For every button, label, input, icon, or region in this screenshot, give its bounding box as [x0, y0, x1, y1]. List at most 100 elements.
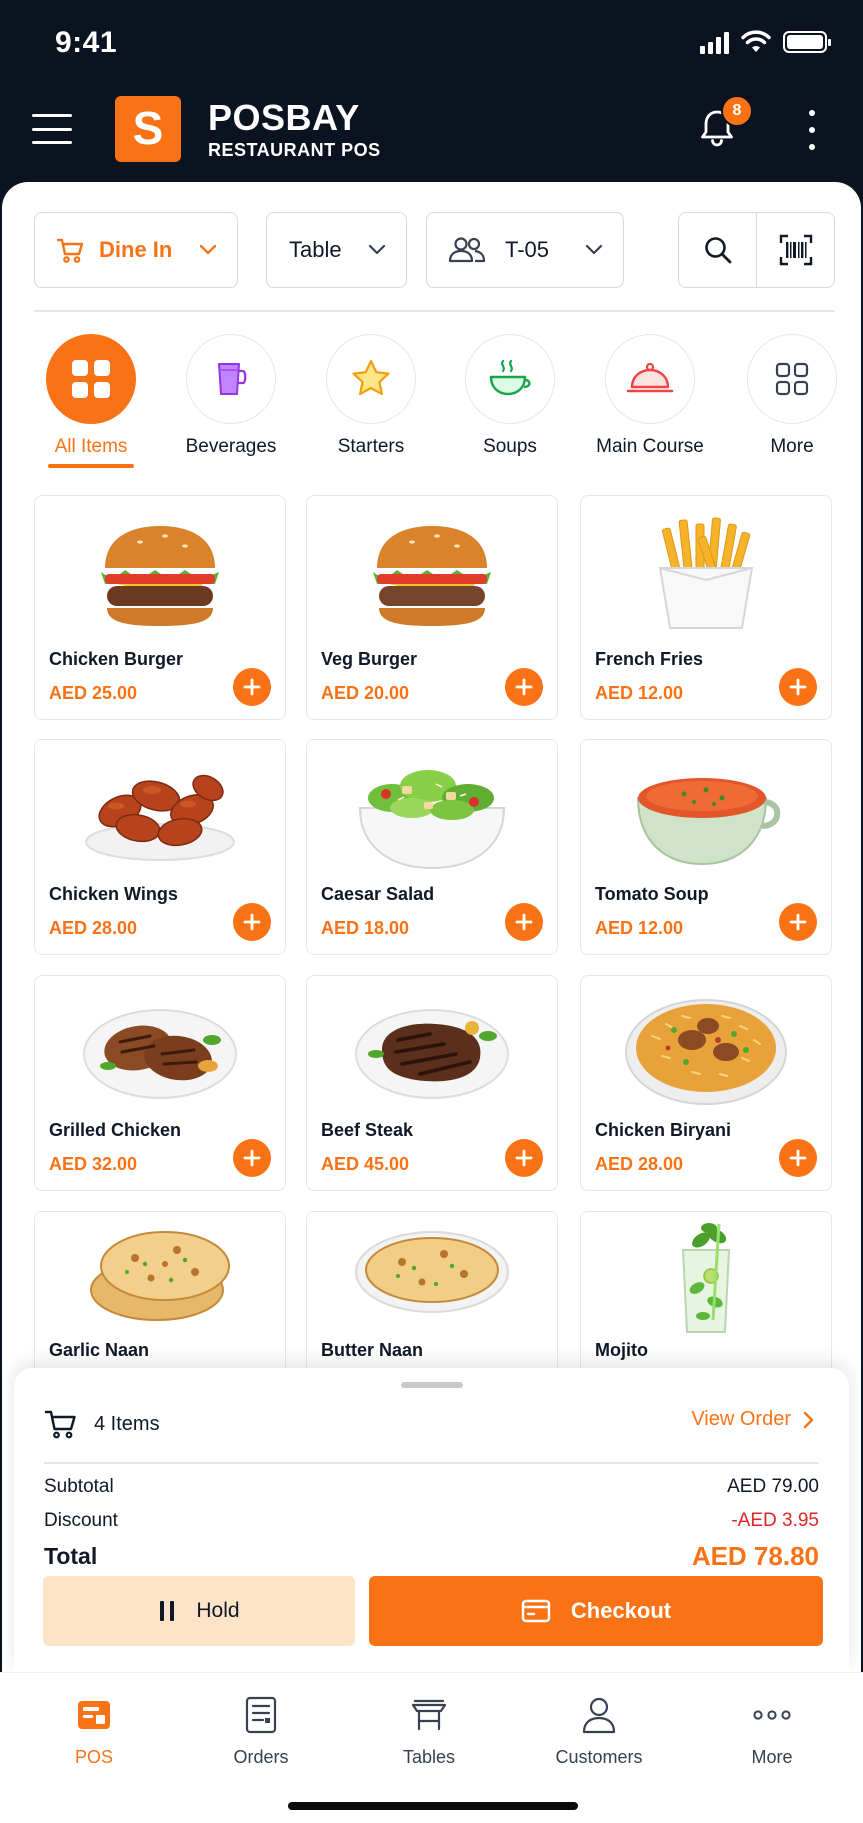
search-icon [705, 237, 732, 264]
soup-bowl-icon [489, 359, 531, 396]
table-type-select[interactable]: Table [266, 212, 407, 288]
nav-more[interactable]: More [697, 1693, 847, 1768]
pos-icon [78, 1701, 110, 1729]
brand-subtitle: RESTAURANT POS [208, 140, 381, 160]
category-label: All Items [54, 436, 128, 457]
category-all-items[interactable]: All Items [21, 334, 161, 468]
product-card[interactable]: Garlic Naan [34, 1211, 286, 1391]
nav-customers[interactable]: Customers [524, 1693, 674, 1768]
mojito-image [681, 1223, 731, 1333]
add-to-cart-button[interactable] [779, 668, 817, 706]
product-card[interactable]: Chicken Wings AED 28.00 [34, 739, 286, 955]
summary-divider [44, 1462, 819, 1464]
plus-icon [789, 678, 807, 696]
nav-label: Orders [233, 1747, 289, 1767]
wifi-icon [741, 30, 771, 52]
view-order-label: View Order [691, 1408, 791, 1430]
product-name: Chicken Biryani [595, 1120, 732, 1140]
product-name: Chicken Burger [49, 649, 184, 669]
product-name: Veg Burger [321, 649, 418, 669]
cart-icon [44, 1410, 76, 1439]
add-to-cart-button[interactable] [505, 903, 543, 941]
chevron-right-icon [803, 1411, 814, 1428]
orders-icon [245, 1696, 277, 1734]
filters-divider [34, 310, 835, 312]
category-main-course[interactable]: Main Course [580, 334, 720, 458]
battery-icon [783, 31, 831, 53]
apps-icon [775, 362, 809, 396]
grid-icon [72, 360, 110, 398]
add-to-cart-button[interactable] [505, 668, 543, 706]
product-card[interactable]: Chicken Biryani AED 28.00 [580, 975, 832, 1191]
product-price: AED 20.00 [321, 683, 410, 703]
product-card[interactable]: Beef Steak AED 45.00 [306, 975, 558, 1191]
product-price: AED 28.00 [49, 918, 138, 938]
table-type-label: Table [289, 237, 342, 262]
category-beverages[interactable]: Beverages [161, 334, 301, 458]
star-icon [352, 359, 390, 396]
barcode-scan-button[interactable] [756, 212, 835, 288]
product-price: AED 18.00 [321, 918, 410, 938]
product-name: Caesar Salad [321, 884, 435, 904]
nav-label: More [751, 1747, 793, 1767]
posbay-logo: S [115, 96, 181, 162]
subtotal-value: AED 79.00 [727, 1476, 819, 1497]
view-order-link[interactable]: View Order [691, 1408, 815, 1431]
subtotal-row: Subtotal AED 79.00 [44, 1470, 819, 1504]
plus-icon [243, 1149, 261, 1167]
product-card[interactable]: Grilled Chicken AED 32.00 [34, 975, 286, 1191]
category-starters[interactable]: Starters [301, 334, 441, 458]
bottom-navigation: POS Orders Tables Customers More [0, 1672, 863, 1823]
discount-row: Discount -AED 3.95 [44, 1504, 819, 1538]
status-bar: 9:41 [0, 0, 863, 88]
product-card[interactable]: Chicken Burger AED 25.00 [34, 495, 286, 720]
search-button[interactable] [678, 212, 758, 288]
product-card[interactable]: Tomato Soup AED 12.00 [580, 739, 832, 955]
product-card[interactable]: French Fries AED 12.00 [580, 495, 832, 720]
product-name: Butter Naan [321, 1340, 424, 1360]
nav-pos[interactable]: POS [19, 1693, 169, 1768]
add-to-cart-button[interactable] [233, 1139, 271, 1177]
add-to-cart-button[interactable] [779, 1139, 817, 1177]
nav-orders[interactable]: Orders [186, 1693, 336, 1768]
product-price: AED 28.00 [595, 1154, 684, 1174]
table-number-select[interactable]: T-05 [426, 212, 624, 288]
product-card[interactable]: Butter Naan [306, 1211, 558, 1391]
add-to-cart-button[interactable] [505, 1139, 543, 1177]
hold-button[interactable]: Hold [43, 1576, 355, 1646]
plus-icon [515, 913, 533, 931]
butter-naan-image [355, 1231, 509, 1313]
drag-handle[interactable] [401, 1382, 463, 1388]
more-dots-icon [753, 1710, 791, 1720]
chevron-down-icon [585, 244, 603, 255]
user-icon [582, 1697, 616, 1734]
menu-icon[interactable] [32, 114, 72, 144]
add-to-cart-button[interactable] [233, 903, 271, 941]
nav-tables[interactable]: Tables [354, 1693, 504, 1768]
logo-s-icon: S [133, 105, 164, 153]
brand-name: POSBAY [208, 97, 360, 138]
product-price: AED 12.00 [595, 683, 684, 703]
order-filters: Dine In Table T-05 [34, 212, 835, 288]
burger-image [373, 526, 491, 626]
order-type-label: Dine In [99, 237, 173, 262]
more-vertical-icon[interactable] [800, 110, 824, 150]
table-icon [411, 1699, 447, 1731]
product-card[interactable]: Veg Burger AED 20.00 [306, 495, 558, 720]
category-more[interactable]: More [722, 334, 862, 458]
order-type-select[interactable]: Dine In [34, 212, 238, 288]
add-to-cart-button[interactable] [779, 903, 817, 941]
category-soups[interactable]: Soups [440, 334, 580, 458]
product-card[interactable]: Caesar Salad AED 18.00 [306, 739, 558, 955]
checkout-button[interactable]: Checkout [369, 1576, 823, 1646]
brand: POSBAY RESTAURANT POS [208, 98, 381, 161]
cart-items-count: 4 Items [94, 1412, 160, 1435]
product-card[interactable]: Mojito [580, 1211, 832, 1391]
product-name: Beef Steak [321, 1120, 414, 1140]
plus-icon [789, 1149, 807, 1167]
chicken-biryani-image [625, 999, 787, 1105]
product-price: AED 12.00 [595, 918, 684, 938]
garlic-naan-image [90, 1231, 230, 1321]
add-to-cart-button[interactable] [233, 668, 271, 706]
category-label: Soups [483, 436, 537, 457]
